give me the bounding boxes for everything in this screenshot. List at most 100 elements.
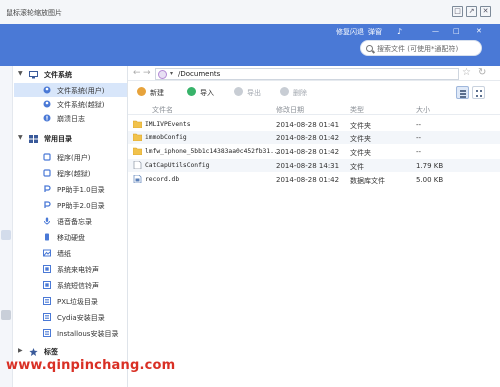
file-modified: 2014-08-28 01:42 <box>276 176 340 184</box>
cydia-folder-icon <box>43 313 51 321</box>
sidebar-item-installous-install[interactable]: Installous安装目录 <box>14 326 127 340</box>
sidebar-item-programs-jailbreak[interactable]: 程序(越狱) <box>14 166 127 180</box>
collapse-caret-icon[interactable]: ▶ <box>18 347 23 354</box>
section-label: 文件系统 <box>44 71 72 79</box>
grid-view-button[interactable] <box>472 86 485 99</box>
sidebar-item-sms-ringtone[interactable]: 系统短信铃声 <box>14 278 127 292</box>
trash-folder-icon <box>43 297 51 305</box>
sidebar-item-wallpaper[interactable]: 墙纸 <box>14 246 127 260</box>
list-view-button[interactable] <box>456 86 469 99</box>
refresh-icon[interactable]: ↻ <box>478 68 486 78</box>
wallpaper-icon <box>43 249 51 257</box>
file-modified: 2014-08-28 01:42 <box>276 134 340 142</box>
monitor-icon <box>29 71 38 79</box>
sidebar-item-label: 文件系统(越狱) <box>57 101 105 109</box>
star-icon <box>29 348 38 356</box>
new-label: 新建 <box>150 89 164 97</box>
delete-icon <box>280 87 289 96</box>
sidebar-item-pxl-trash[interactable]: PXL垃圾目录 <box>14 294 127 308</box>
popout-icon[interactable]: ↗ <box>466 6 477 17</box>
music-icon[interactable]: ♪ <box>397 27 402 36</box>
strip-marker-icon <box>1 310 11 320</box>
sidebar-item-label: 程序(用户) <box>57 154 91 162</box>
fix-crash-link[interactable]: 修复闪退 <box>336 27 364 37</box>
device-icon[interactable] <box>158 70 167 79</box>
close-app-icon[interactable]: ✕ <box>476 27 482 35</box>
file-modified: 2014-08-28 01:42 <box>276 148 340 156</box>
section-label: 常用目录 <box>44 135 72 143</box>
mic-icon <box>44 217 50 225</box>
file-type: 文件 <box>350 163 364 171</box>
search-input[interactable]: 搜索文件 (可使用*通配符) <box>360 40 482 56</box>
sidebar-item-crash-log[interactable]: 崩溃日志 <box>14 111 127 125</box>
collapse-caret-icon[interactable]: ▼ <box>18 70 23 77</box>
col-modified[interactable]: 修改日期 <box>276 105 304 115</box>
collapse-caret-icon[interactable]: ▼ <box>18 134 23 141</box>
sidebar-item-label: PP助手1.0目录 <box>57 186 105 194</box>
new-folder-icon <box>137 87 146 96</box>
left-collapse-strip[interactable] <box>0 66 13 387</box>
table-row[interactable]: CatCapUtilsConfig 2014-08-28 14:31 文件 1.… <box>128 159 500 172</box>
user-folder-icon <box>43 86 51 94</box>
sidebar-item-label: 墙纸 <box>57 250 71 258</box>
sidebar-item-user-filesystem[interactable]: 文件系统(用户) <box>14 83 127 97</box>
file-name: IMLIVPEvents <box>145 121 191 128</box>
path-text: /Documents <box>178 70 221 78</box>
ringtone-icon <box>43 265 51 273</box>
sidebar-item-cydia-install[interactable]: Cydia安装目录 <box>14 310 127 324</box>
sidebar-item-programs-user[interactable]: 程序(用户) <box>14 150 127 164</box>
sidebar-item-pp2-dir[interactable]: PP助手2.0目录 <box>14 198 127 212</box>
sidebar-item-pp1-dir[interactable]: PP助手1.0目录 <box>14 182 127 196</box>
minimize-icon[interactable]: — <box>432 27 439 35</box>
close-window-icon[interactable]: ✕ <box>480 6 491 17</box>
folder-icon <box>133 120 142 128</box>
path-field[interactable]: ▾ /Documents <box>155 68 459 80</box>
ringtone-icon <box>43 281 51 289</box>
back-icon[interactable]: ← <box>133 68 141 78</box>
grid-icon <box>29 135 38 143</box>
forward-icon[interactable]: → <box>143 68 151 78</box>
column-header: 文件名 修改日期 类型 大小 <box>128 103 500 115</box>
sidebar-item-label: 系统短信铃声 <box>57 282 99 290</box>
table-row[interactable]: lmfw_iphone_5bb1c14383aa0c452fb31... 201… <box>128 145 500 158</box>
folder-icon <box>133 147 142 155</box>
install-folder-icon <box>43 329 51 337</box>
file-size: -- <box>416 134 422 142</box>
file-type: 数据库文件 <box>350 177 385 185</box>
file-modified: 2014-08-28 14:31 <box>276 162 340 170</box>
file-name: lmfw_iphone_5bb1c14383aa0c452fb31... <box>145 148 282 155</box>
sidebar-item-voice-memos[interactable]: 语音备忘录 <box>14 214 127 228</box>
popup-link[interactable]: 弹窗 <box>368 27 382 37</box>
file-type: 文件夹 <box>350 122 371 130</box>
sidebar-item-label: 移动硬盘 <box>57 234 85 242</box>
sidebar-item-call-ringtone[interactable]: 系统来电铃声 <box>14 262 127 276</box>
db-file-icon <box>133 175 142 183</box>
disk-icon <box>45 233 49 241</box>
file-type: 文件夹 <box>350 149 371 157</box>
file-name: immobConfig <box>145 134 187 141</box>
file-name: CatCapUtilsConfig <box>145 162 210 169</box>
restore-icon[interactable]: □ <box>452 6 463 17</box>
col-type[interactable]: 类型 <box>350 105 364 115</box>
program-icon <box>43 153 51 161</box>
delete-label: 删除 <box>293 89 307 97</box>
search-placeholder: 搜索文件 (可使用*通配符) <box>377 45 459 53</box>
log-icon <box>43 114 51 122</box>
col-name[interactable]: 文件名 <box>152 105 173 115</box>
user-folder-icon <box>43 100 51 108</box>
favorite-star-icon[interactable]: ☆ <box>462 68 471 78</box>
device-dropdown-icon[interactable]: ▾ <box>170 70 173 77</box>
sidebar-item-jailbreak-filesystem[interactable]: 文件系统(越狱) <box>14 97 127 111</box>
sidebar-item-label: 系统来电铃声 <box>57 266 99 274</box>
strip-toggle-icon[interactable] <box>1 230 11 240</box>
table-row[interactable]: immobConfig 2014-08-28 01:42 文件夹 -- <box>128 131 500 144</box>
sidebar-item-removable-disk[interactable]: 移动硬盘 <box>14 230 127 244</box>
import-label: 导入 <box>200 89 214 97</box>
col-size[interactable]: 大小 <box>416 105 430 115</box>
table-row[interactable]: record.db 2014-08-28 01:42 数据库文件 5.00 KB <box>128 173 500 186</box>
maximize-icon[interactable]: □ <box>453 27 460 35</box>
table-row[interactable]: IMLIVPEvents 2014-08-28 01:41 文件夹 -- <box>128 118 500 131</box>
file-type: 文件夹 <box>350 135 371 143</box>
app-header: 修复闪退 弹窗 ♪ — □ ✕ 搜索文件 (可使用*通配符) <box>0 24 500 66</box>
file-name: record.db <box>145 176 180 183</box>
